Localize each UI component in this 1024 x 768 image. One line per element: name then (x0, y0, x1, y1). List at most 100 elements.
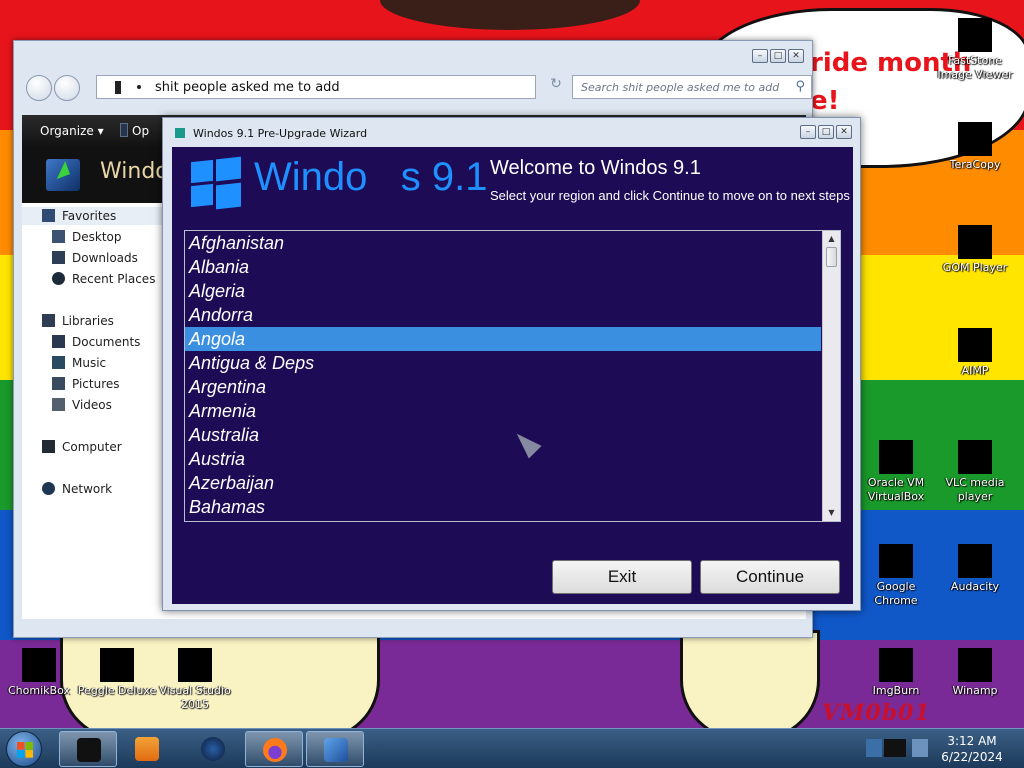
address-bar[interactable]: shit people asked me to add ▼ (96, 75, 600, 99)
nav-item-computer[interactable]: Computer (22, 438, 167, 456)
nav-item-desktop[interactable]: Desktop (22, 228, 167, 246)
region-list-item[interactable]: Bahamas (185, 495, 821, 519)
taskbar-item-globe[interactable] (184, 731, 242, 767)
wallpaper-signature: VM0b01 (822, 700, 931, 726)
nav-item-documents[interactable]: Documents (22, 333, 167, 351)
region-list-item[interactable]: Argentina (185, 375, 821, 399)
scroll-down-icon[interactable]: ▼ (823, 505, 840, 521)
desktop-icon-audacity[interactable]: Audacity (932, 544, 1018, 594)
open-button[interactable]: Op (132, 124, 149, 138)
taskbar-item-firefox[interactable] (245, 731, 303, 767)
firefox-icon (263, 738, 287, 762)
region-list-item[interactable]: Azerbaijan (185, 471, 821, 495)
desktop-icon-visual-studio[interactable]: Visual Studio 2015 (152, 648, 238, 712)
desktop-icon-label: VLC media player (945, 476, 1005, 503)
videos-icon (52, 398, 65, 411)
open-icon (120, 123, 128, 137)
desktop-icon-faststone[interactable]: FastStone Image Viewer (932, 18, 1018, 82)
nav-item-recent-places[interactable]: Recent Places (22, 270, 167, 288)
system-clock[interactable]: 3:12 AM 6/22/2024 (940, 733, 1004, 765)
close-button[interactable]: ✕ (836, 125, 852, 139)
explorer-navbar: shit people asked me to add ▼ ↻ Search s… (24, 71, 812, 103)
desktop-icon-teracopy[interactable]: TeraCopy (932, 122, 1018, 172)
region-list-item[interactable]: Afghanistan (185, 231, 821, 255)
nav-item-music[interactable]: Music (22, 354, 167, 372)
scrollbar-thumb[interactable] (826, 247, 837, 267)
nav-item-label: Music (72, 356, 107, 370)
vlc-icon (958, 440, 992, 474)
back-button[interactable] (26, 75, 52, 101)
desktop-icon-label: Audacity (950, 580, 1000, 593)
wizard-subheading: Select your region and click Continue to… (490, 188, 850, 203)
downloads-icon (52, 251, 65, 264)
taskbar-item-wizard[interactable] (306, 731, 364, 767)
wizard-taskbar-icon (324, 738, 348, 762)
taskbar: 3:12 AM 6/22/2024 (0, 728, 1024, 768)
desktop-icon-chrome[interactable]: Google Chrome (853, 544, 939, 608)
taskbar-item-explorer[interactable] (59, 731, 117, 767)
desktop-icon-gom-player[interactable]: GOM Player (932, 225, 1018, 275)
search-icon[interactable]: ⚲ (795, 79, 805, 94)
tray-network-icon[interactable] (866, 739, 882, 757)
desktop-icon-virtualbox[interactable]: Oracle VM VirtualBox (853, 440, 939, 504)
aimp-icon (958, 328, 992, 362)
upgrade-wizard-window[interactable]: Windos 9.1 Pre-Upgrade Wizard – □ ✕ Wind… (162, 117, 861, 611)
pictures-icon (52, 377, 65, 390)
continue-button[interactable]: Continue (700, 560, 840, 594)
desktop-icon-aimp[interactable]: AIMP (932, 328, 1018, 378)
desktop-icon-peggle[interactable]: Peggle Deluxe (74, 648, 160, 698)
clock-date: 6/22/2024 (941, 750, 1003, 764)
desktop-icon-winamp[interactable]: Winamp (932, 648, 1018, 698)
desktop-icon-imgburn[interactable]: ImgBurn (853, 648, 939, 698)
desktop-icon-label: Peggle Deluxe (77, 684, 157, 697)
app-logo-icon (46, 159, 80, 191)
nav-item-favorites[interactable]: Favorites (22, 207, 167, 225)
wizard-title-bar: Windos 9.1 Pre-Upgrade Wizard (175, 127, 367, 140)
refresh-icon[interactable]: ↻ (544, 76, 568, 98)
wizard-app-icon (175, 128, 185, 138)
region-list-item[interactable]: Andorra (185, 303, 821, 327)
virtualbox-icon (879, 440, 913, 474)
libraries-icon (42, 314, 55, 327)
computer-icon (42, 440, 55, 453)
wizard-heading: Welcome to Windos 9.1 (490, 157, 701, 179)
region-list-item[interactable]: Armenia (185, 399, 821, 423)
desktop-icon-vlc[interactable]: VLC media player (932, 440, 1018, 504)
maximize-button[interactable]: □ (770, 49, 786, 63)
scroll-up-icon[interactable]: ▲ (823, 231, 840, 247)
taskbar-item-media-player[interactable] (118, 731, 176, 767)
start-button[interactable] (6, 731, 42, 767)
teracopy-icon (958, 122, 992, 156)
volume-icon[interactable] (912, 739, 928, 757)
region-list-item[interactable]: Austria (185, 447, 821, 471)
exit-button[interactable]: Exit (552, 560, 692, 594)
nav-item-videos[interactable]: Videos (22, 396, 167, 414)
nav-item-pictures[interactable]: Pictures (22, 375, 167, 393)
region-list-item[interactable]: Algeria (185, 279, 821, 303)
search-placeholder: Search shit people asked me to add (581, 81, 780, 94)
desktop-icon-chomikbox[interactable]: ChomikBox (0, 648, 82, 698)
nav-item-label: Computer (62, 440, 122, 454)
minimize-button[interactable]: – (752, 49, 768, 63)
nav-item-downloads[interactable]: Downloads (22, 249, 167, 267)
nav-item-libraries[interactable]: Libraries (22, 312, 167, 330)
region-list-item[interactable]: Angola (185, 327, 821, 351)
region-list-item[interactable]: Albania (185, 255, 821, 279)
desktop-icon-label: Oracle VM VirtualBox (867, 476, 925, 503)
minimize-button[interactable]: – (800, 125, 816, 139)
tray-app-icon[interactable] (884, 739, 906, 757)
region-listbox[interactable]: Bahamas Azerbaijan Austria Australia Armenia… (184, 230, 841, 522)
music-icon (52, 356, 65, 369)
recent-places-icon (52, 272, 65, 285)
organize-button[interactable]: Organize ▾ (40, 124, 104, 138)
maximize-button[interactable]: □ (818, 125, 834, 139)
close-button[interactable]: ✕ (788, 49, 804, 63)
forward-button[interactable] (54, 75, 80, 101)
region-list-item[interactable]: Australia (185, 423, 821, 447)
region-list-item[interactable]: Antigua & Deps (185, 351, 821, 375)
chomikbox-icon (22, 648, 56, 682)
nav-item-network[interactable]: Network (22, 480, 167, 498)
region-list-scrollbar[interactable]: ▲ ▼ (822, 231, 840, 521)
nav-item-label: Downloads (72, 251, 138, 265)
search-input[interactable]: Search shit people asked me to add ⚲ (572, 75, 812, 99)
